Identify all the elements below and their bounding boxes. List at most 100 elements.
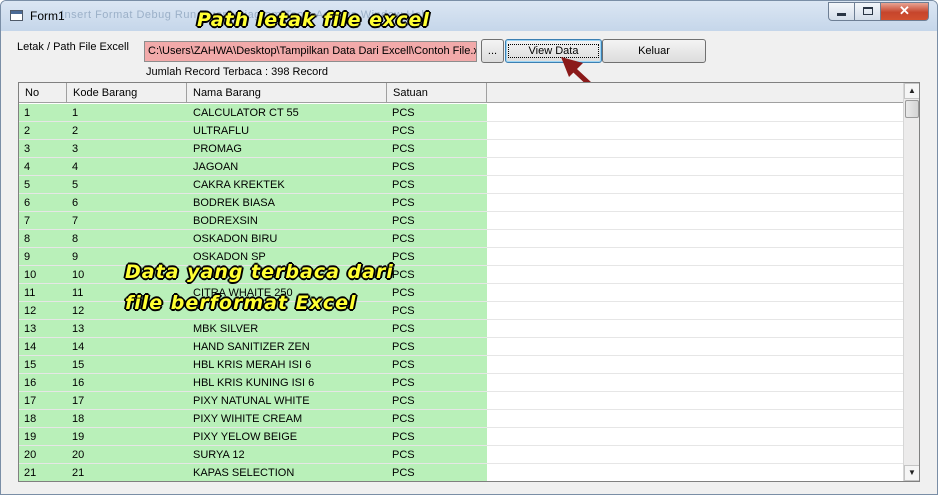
cell-kode-barang: 2 (67, 122, 187, 139)
cell-empty (487, 194, 903, 211)
window-title: Form1 (30, 9, 65, 23)
cell-empty (487, 302, 903, 319)
cell-satuan: PCS (387, 140, 487, 157)
cell-kode-barang: 19 (67, 428, 187, 445)
cell-no: 3 (19, 140, 67, 157)
cell-no: 11 (19, 284, 67, 301)
cell-no: 7 (19, 212, 67, 229)
cell-satuan: PCS (387, 428, 487, 445)
column-header-nama-barang[interactable]: Nama Barang (187, 83, 387, 103)
cell-no: 20 (19, 446, 67, 463)
cell-kode-barang: 3 (67, 140, 187, 157)
cell-satuan: PCS (387, 374, 487, 391)
cell-nama-barang: KAPAS SELECTION (187, 464, 387, 481)
minimize-button[interactable] (828, 2, 855, 21)
cell-no: 17 (19, 392, 67, 409)
cell-empty (487, 392, 903, 409)
cell-no: 12 (19, 302, 67, 319)
annotation-data-note-line2: file berformat Excel (125, 292, 357, 314)
path-label: Letak / Path File Excell (17, 41, 129, 53)
cell-empty (487, 158, 903, 175)
table-row[interactable]: 17 17 PIXY NATUNAL WHITE PCS (19, 392, 903, 410)
table-row[interactable]: 20 20 SURYA 12 PCS (19, 446, 903, 464)
cell-satuan: PCS (387, 392, 487, 409)
minimize-icon (837, 13, 846, 16)
cell-satuan: PCS (387, 320, 487, 337)
cell-no: 13 (19, 320, 67, 337)
cell-empty (487, 410, 903, 427)
vertical-scrollbar[interactable]: ▲ ▼ (903, 83, 919, 481)
browse-button[interactable]: ... (481, 39, 504, 63)
table-row[interactable]: 7 7 BODREXSIN PCS (19, 212, 903, 230)
cell-empty (487, 140, 903, 157)
cell-no: 16 (19, 374, 67, 391)
cell-kode-barang: 14 (67, 338, 187, 355)
cell-nama-barang: OSKADON BIRU (187, 230, 387, 247)
cell-kode-barang: 6 (67, 194, 187, 211)
cell-satuan: PCS (387, 302, 487, 319)
cell-no: 8 (19, 230, 67, 247)
table-row[interactable]: 1 1 CALCULATOR CT 55 PCS (19, 104, 903, 122)
cell-kode-barang: 20 (67, 446, 187, 463)
cell-kode-barang: 5 (67, 176, 187, 193)
cell-satuan: PCS (387, 104, 487, 121)
cell-satuan: PCS (387, 194, 487, 211)
cell-empty (487, 230, 903, 247)
cell-empty (487, 248, 903, 265)
scroll-thumb[interactable] (905, 100, 919, 118)
table-row[interactable]: 16 16 HBL KRIS KUNING ISI 6 PCS (19, 374, 903, 392)
table-row[interactable]: 3 3 PROMAG PCS (19, 140, 903, 158)
cell-empty (487, 464, 903, 481)
exit-button[interactable]: Keluar (602, 39, 706, 63)
cell-no: 10 (19, 266, 67, 283)
cell-satuan: PCS (387, 230, 487, 247)
table-row[interactable]: 14 14 HAND SANITIZER ZEN PCS (19, 338, 903, 356)
grid-header: No Kode Barang Nama Barang Satuan (19, 83, 903, 103)
cell-nama-barang: PIXY NATUNAL WHITE (187, 392, 387, 409)
cell-kode-barang: 21 (67, 464, 187, 481)
cell-kode-barang: 8 (67, 230, 187, 247)
close-button[interactable]: ✕ (880, 2, 929, 21)
cell-satuan: PCS (387, 338, 487, 355)
cell-empty (487, 356, 903, 373)
path-input[interactable]: C:\Users\ZAHWA\Desktop\Tampilkan Data Da… (144, 41, 477, 62)
cell-satuan: PCS (387, 266, 487, 283)
cell-no: 19 (19, 428, 67, 445)
column-header-empty (487, 83, 903, 103)
cell-empty (487, 104, 903, 121)
table-row[interactable]: 18 18 PIXY WIHITE CREAM PCS (19, 410, 903, 428)
table-row[interactable]: 4 4 JAGOAN PCS (19, 158, 903, 176)
table-row[interactable]: 19 19 PIXY YELOW BEIGE PCS (19, 428, 903, 446)
cell-kode-barang: 17 (67, 392, 187, 409)
cell-satuan: PCS (387, 356, 487, 373)
maximize-button[interactable] (854, 2, 881, 21)
scroll-down-arrow-icon[interactable]: ▼ (904, 465, 919, 481)
column-header-no[interactable]: No (19, 83, 67, 103)
title-bar[interactable]: Form1 Insert Format Debug Run Query Diag… (1, 1, 937, 31)
form1-window: Form1 Insert Format Debug Run Query Diag… (0, 0, 938, 495)
cell-satuan: PCS (387, 122, 487, 139)
table-row[interactable]: 2 2 ULTRAFLU PCS (19, 122, 903, 140)
cell-nama-barang: CALCULATOR CT 55 (187, 104, 387, 121)
cell-nama-barang: BODREXSIN (187, 212, 387, 229)
cell-no: 18 (19, 410, 67, 427)
cell-empty (487, 428, 903, 445)
cell-no: 1 (19, 104, 67, 121)
column-header-kode-barang[interactable]: Kode Barang (67, 83, 187, 103)
table-row[interactable]: 6 6 BODREK BIASA PCS (19, 194, 903, 212)
cell-nama-barang: ULTRAFLU (187, 122, 387, 139)
cell-kode-barang: 1 (67, 104, 187, 121)
scroll-up-arrow-icon[interactable]: ▲ (904, 83, 919, 99)
cell-satuan: PCS (387, 158, 487, 175)
column-header-satuan[interactable]: Satuan (387, 83, 487, 103)
cell-empty (487, 284, 903, 301)
cell-no: 14 (19, 338, 67, 355)
table-row[interactable]: 15 15 HBL KRIS MERAH ISI 6 PCS (19, 356, 903, 374)
table-row[interactable]: 5 5 CAKRA KREKTEK PCS (19, 176, 903, 194)
cell-nama-barang: HBL KRIS MERAH ISI 6 (187, 356, 387, 373)
table-row[interactable]: 13 13 MBK SILVER PCS (19, 320, 903, 338)
cell-empty (487, 266, 903, 283)
table-row[interactable]: 21 21 KAPAS SELECTION PCS (19, 464, 903, 481)
table-row[interactable]: 8 8 OSKADON BIRU PCS (19, 230, 903, 248)
cell-satuan: PCS (387, 248, 487, 265)
